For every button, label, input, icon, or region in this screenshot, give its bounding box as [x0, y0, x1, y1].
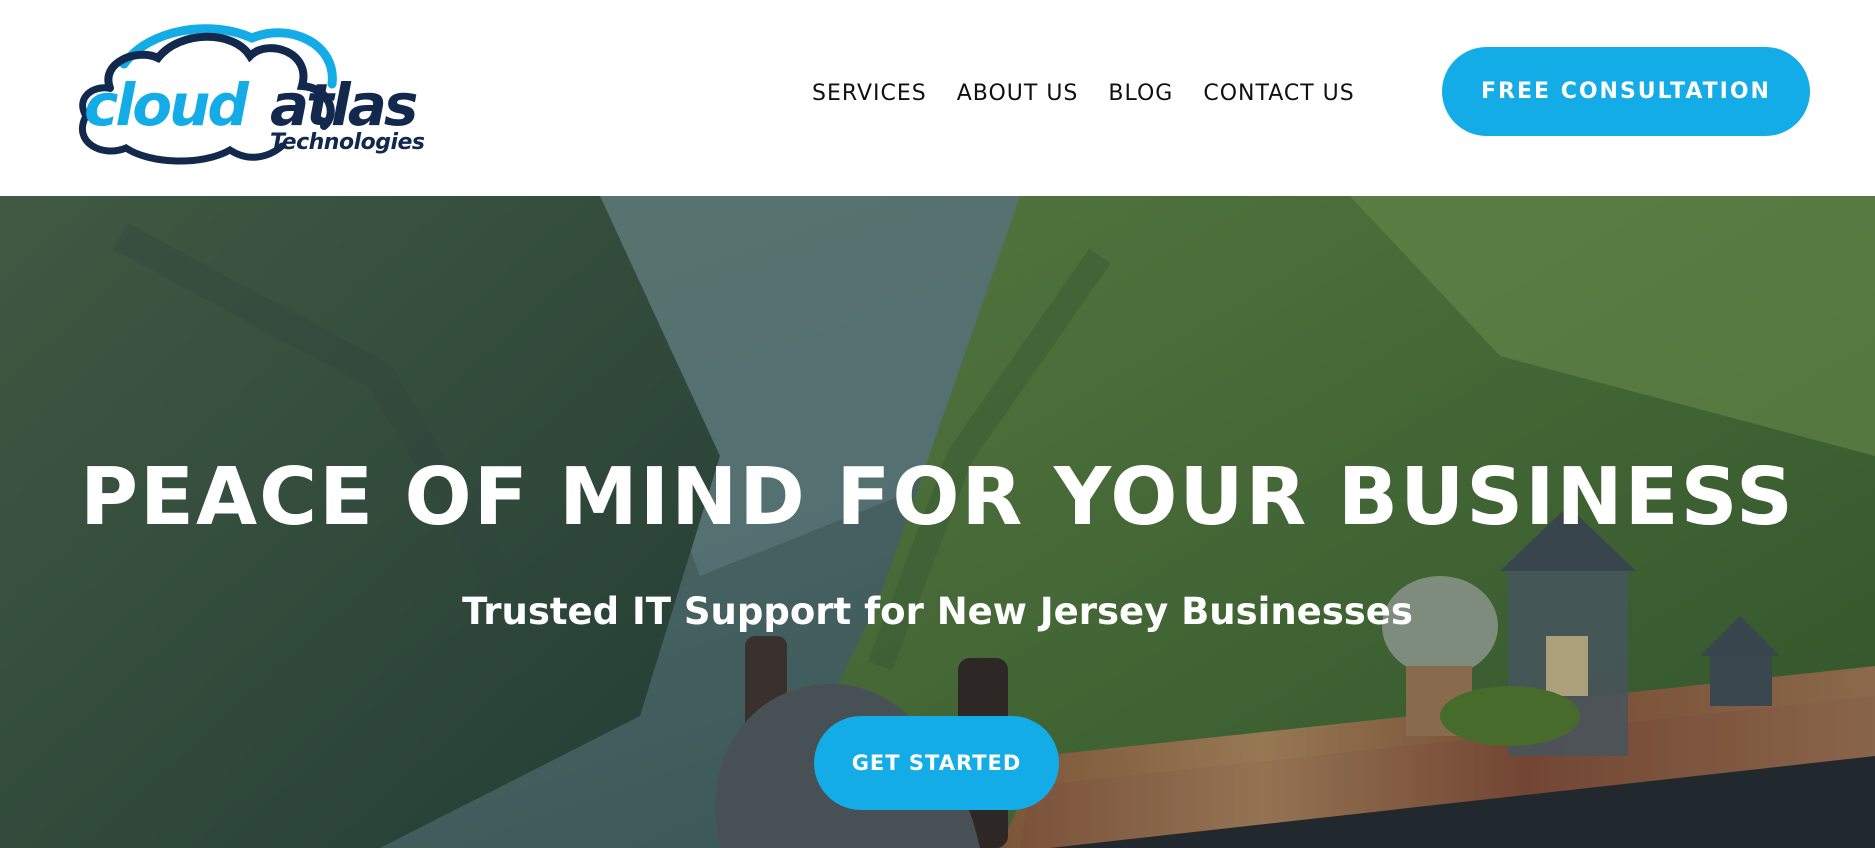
hero-title: PEACE OF MIND FOR YOUR BUSINESS — [80, 451, 1795, 543]
company-logo[interactable]: cloud atlas Technologies — [62, 18, 442, 168]
logo-tagline: Technologies — [270, 130, 425, 155]
logo-word-cloud: cloud — [84, 71, 249, 139]
nav-item-about-us[interactable]: ABOUT US — [957, 81, 1079, 106]
hero-section: PEACE OF MIND FOR YOUR BUSINESS Trusted … — [0, 196, 1875, 848]
nav-item-blog[interactable]: BLOG — [1108, 81, 1173, 106]
logo-word-atlas: atlas — [270, 71, 418, 139]
main-navigation: SERVICES ABOUT US BLOG CONTACT US — [812, 78, 1355, 108]
site-header: cloud atlas Technologies SERVICES ABOUT … — [0, 0, 1875, 196]
free-consultation-button[interactable]: FREE CONSULTATION — [1442, 47, 1810, 136]
nav-item-contact-us[interactable]: CONTACT US — [1203, 81, 1354, 106]
get-started-button[interactable]: GET STARTED — [814, 716, 1059, 810]
hero-subtitle: Trusted IT Support for New Jersey Busine… — [462, 590, 1413, 633]
nav-item-services[interactable]: SERVICES — [812, 81, 927, 106]
